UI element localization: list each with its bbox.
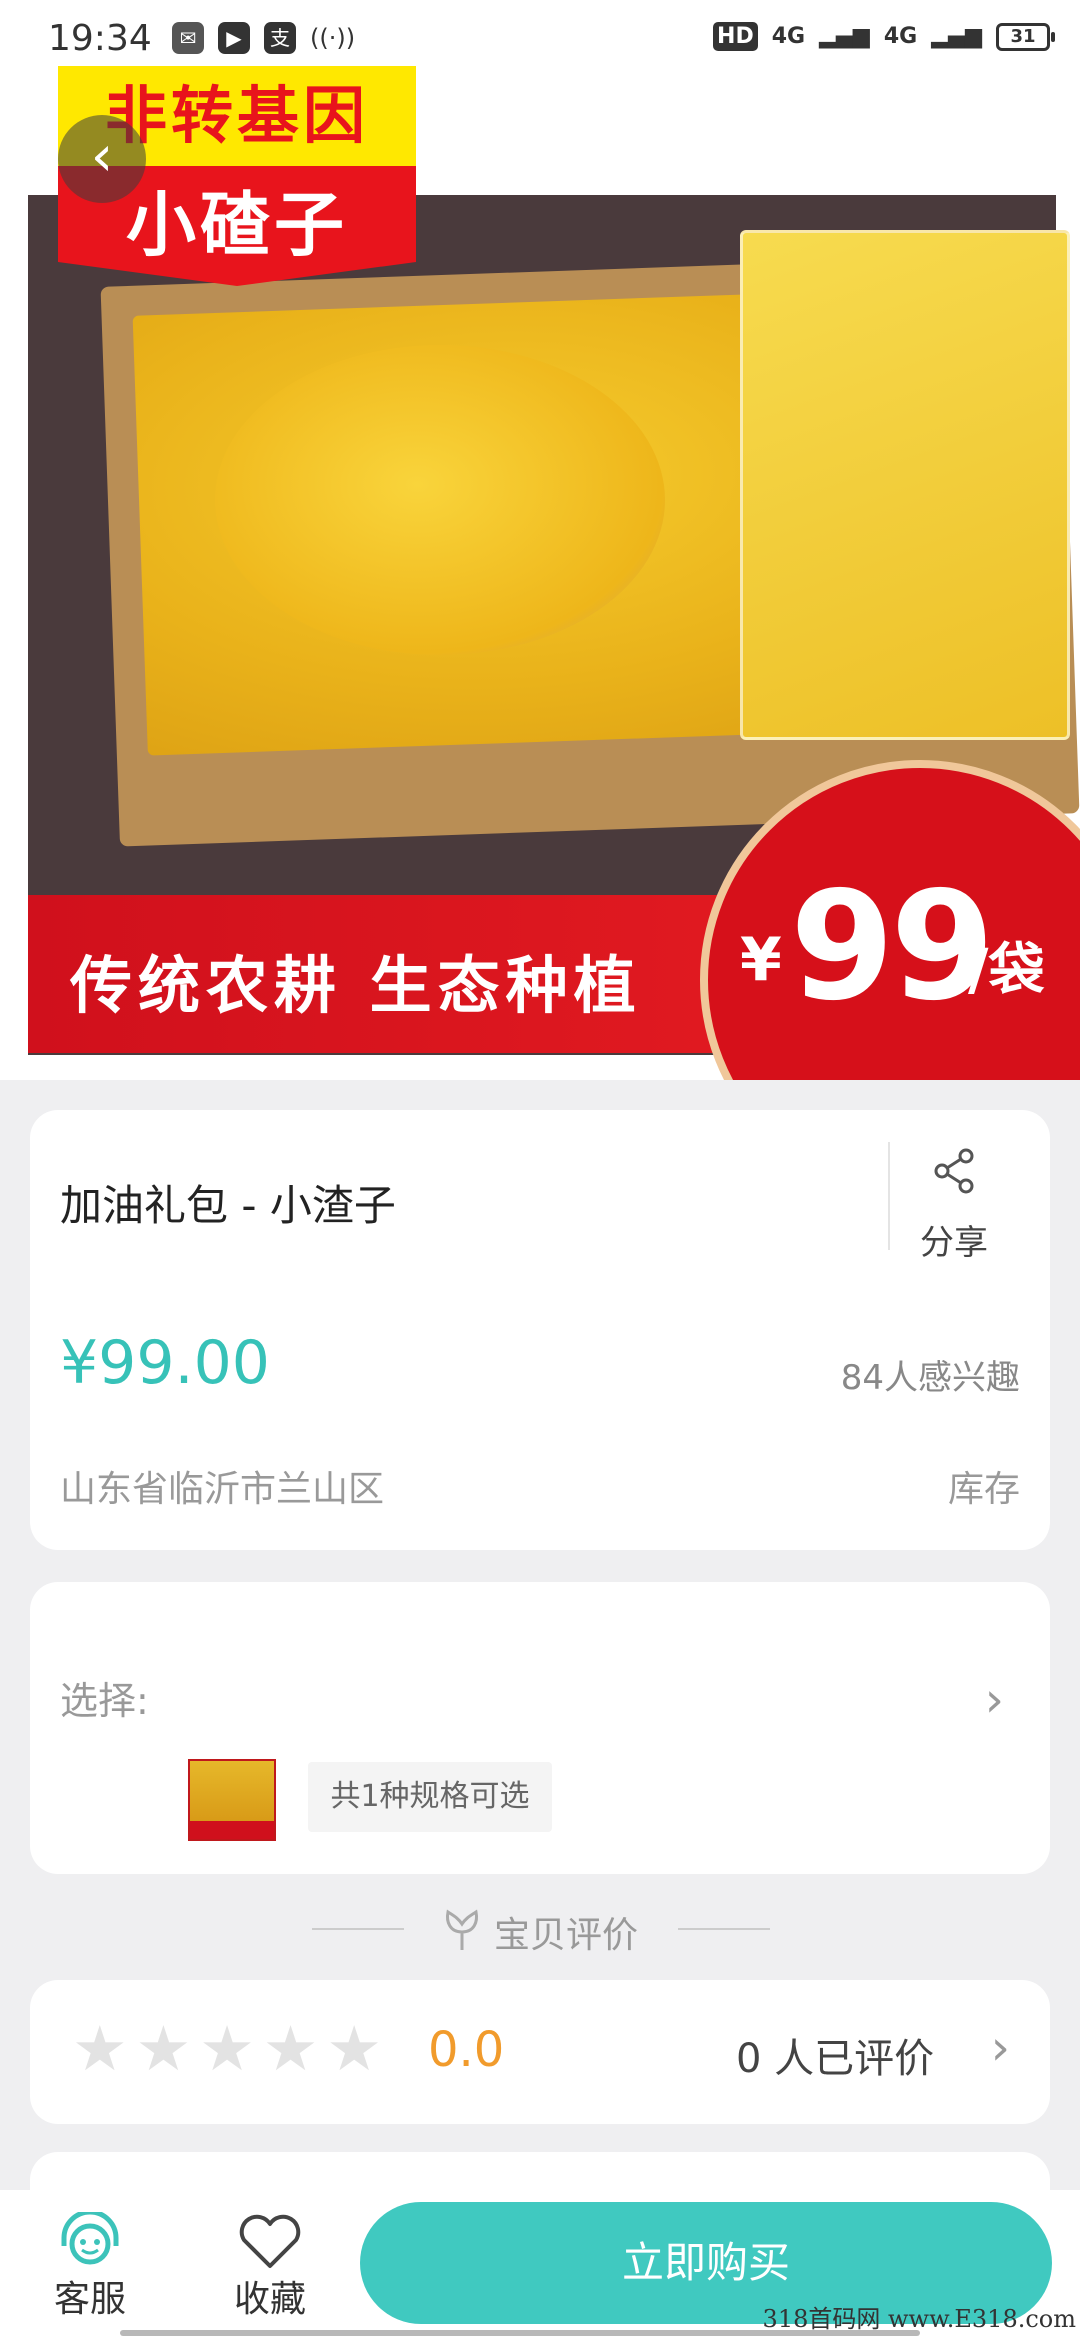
hero-price-unit: /袋 xyxy=(968,938,1045,1003)
wechat-icon: ✉ xyxy=(172,22,204,54)
star-icon: ★ xyxy=(135,2012,192,2085)
spec-select-card[interactable]: 选择: › 共1种规格可选 xyxy=(30,1582,1050,1874)
heart-icon[interactable] xyxy=(230,2212,310,2272)
status-right: HD 4G ▂▄▆ 4G ▂▄▆ 31 xyxy=(713,22,1055,51)
watermark: 318首码网 www.E318.com xyxy=(762,2305,1076,2333)
hotspot-icon: ((·)) xyxy=(310,24,356,52)
spec-select-label: 选择: xyxy=(60,1679,149,1723)
review-section-header: 宝贝评价 xyxy=(0,1900,1080,1960)
review-section-title: 宝贝评价 xyxy=(494,1915,639,1956)
video-app-icon: ▶ xyxy=(218,22,250,54)
rating-stars: ★ ★ ★ ★ ★ xyxy=(72,2016,382,2082)
hero-package-bag xyxy=(740,230,1070,740)
review-count: 0 人已评价 xyxy=(736,2036,935,2082)
spec-thumbnail[interactable] xyxy=(188,1759,276,1841)
favorite-label[interactable]: 收藏 xyxy=(210,2270,330,2322)
product-hero-image[interactable]: 非转基因 小碴子 ‹ 传统农耕 生态种植 ¥ 99 /袋 xyxy=(0,0,1080,1080)
chevron-left-icon: ‹ xyxy=(90,124,114,189)
hero-bowl xyxy=(215,345,665,655)
hero-slogan: 传统农耕 生态种植 xyxy=(70,949,642,1022)
star-icon: ★ xyxy=(262,2012,319,2085)
star-icon: ★ xyxy=(326,2012,382,2085)
stock-label: 库存 xyxy=(947,1469,1020,1510)
product-location: 山东省临沂市兰山区 xyxy=(60,1469,385,1510)
star-icon: ★ xyxy=(72,2012,128,2085)
signal-2-label: 4G xyxy=(883,24,918,49)
customer-service-label[interactable]: 客服 xyxy=(30,2270,150,2322)
status-time: 19:34 xyxy=(48,18,152,59)
status-notification-icons: ✉ ▶ 支 ((·)) xyxy=(172,22,355,54)
hd-indicator: HD xyxy=(713,22,758,51)
signal-1-label: 4G xyxy=(771,24,806,49)
customer-service-icon[interactable] xyxy=(50,2212,130,2272)
rating-card[interactable]: ★ ★ ★ ★ ★ 0.0 0 人已评价 › xyxy=(30,1980,1050,2124)
divider-line xyxy=(312,1928,404,1930)
share-button-label[interactable]: 分享 xyxy=(920,1215,988,1264)
chevron-right-icon[interactable]: › xyxy=(991,2020,1010,2076)
share-icon[interactable] xyxy=(930,1146,980,1196)
interest-count: 84人感兴趣 xyxy=(840,1358,1020,1398)
share-divider xyxy=(888,1142,890,1250)
signal-bars-icon: ▂▄▆ xyxy=(931,24,982,49)
chevron-right-icon[interactable]: › xyxy=(985,1672,1004,1728)
product-title: 加油礼包 - 小渣子 xyxy=(60,1181,396,1230)
rating-score: 0.0 xyxy=(428,2022,505,2078)
star-icon: ★ xyxy=(199,2012,255,2085)
divider-line xyxy=(678,1928,770,1930)
spec-count-chip[interactable]: 共1种规格可选 xyxy=(308,1762,552,1832)
hero-price-currency: ¥ xyxy=(740,925,782,995)
flower-icon xyxy=(446,1909,478,1950)
hero-price-number: 99 xyxy=(790,860,995,1034)
battery-icon: 31 xyxy=(996,22,1055,51)
product-info-card: 加油礼包 - 小渣子 分享 ¥99.00 84人感兴趣 山东省临沂市兰山区 库存 xyxy=(30,1110,1050,1550)
alipay-icon: 支 xyxy=(264,22,296,54)
signal-bars-icon: ▂▄▆ xyxy=(819,24,870,49)
back-button[interactable]: ‹ xyxy=(58,115,146,203)
status-bar: 19:34 ✉ ▶ 支 ((·)) HD 4G ▂▄▆ 4G ▂▄▆ 31 xyxy=(0,0,1080,80)
product-price: ¥99.00 xyxy=(60,1328,270,1398)
